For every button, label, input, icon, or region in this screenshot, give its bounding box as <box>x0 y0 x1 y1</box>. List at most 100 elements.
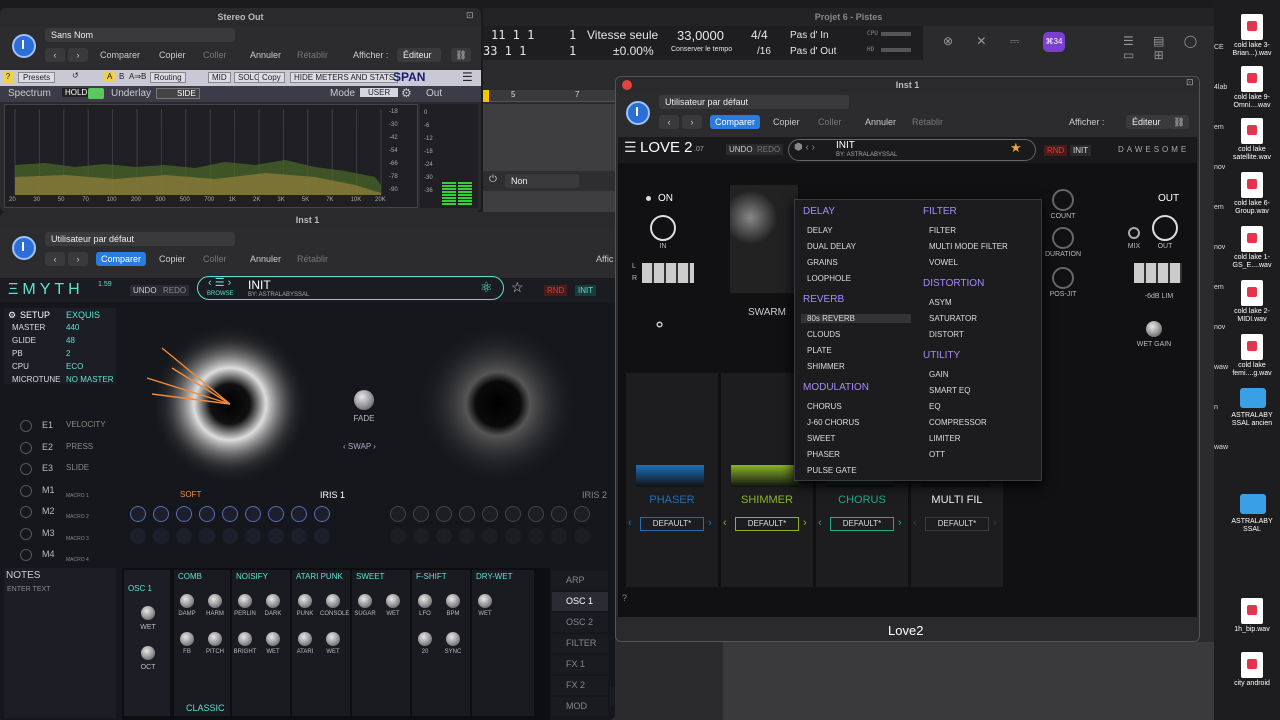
fx-knob[interactable] <box>418 594 432 608</box>
iris2-mod-button[interactable] <box>551 528 567 544</box>
iris1-shape-button[interactable] <box>245 506 261 522</box>
fx-slot-name[interactable]: ATARI PUNK <box>296 572 343 581</box>
iris2-mod-button[interactable] <box>505 528 521 544</box>
menu-item[interactable]: LOOPHOLE <box>807 274 851 283</box>
mod-source-dot-icon[interactable] <box>20 527 32 540</box>
folder-label[interactable]: ASTRALABY SSAL ancien <box>1222 412 1280 428</box>
slot-prev-icon[interactable]: ‹ <box>723 517 727 529</box>
menu-item[interactable]: SMART EQ <box>929 386 971 395</box>
next-preset-button[interactable]: › <box>68 252 88 266</box>
setup-row-value[interactable]: ECO <box>66 362 83 371</box>
view-select[interactable]: Éditeur <box>397 48 441 62</box>
iris2-mod-button[interactable] <box>482 528 498 544</box>
fx-slot-name[interactable]: COMB <box>178 572 202 581</box>
power-button[interactable] <box>12 34 36 58</box>
compare-button[interactable]: Comparer <box>710 115 761 129</box>
copy-button[interactable]: Copier <box>159 252 186 266</box>
window-resize-icon[interactable]: ⊡ <box>1186 77 1194 88</box>
fx-knob[interactable] <box>238 632 252 646</box>
link-icon[interactable]: ⛓ <box>451 48 471 62</box>
iris1-mod-button[interactable] <box>222 528 238 544</box>
iris1-shape-button[interactable] <box>222 506 238 522</box>
view-select[interactable]: Éditeur <box>1126 115 1170 129</box>
osc1-wet-knob[interactable] <box>141 606 155 620</box>
menu-item[interactable]: FILTER <box>929 226 956 235</box>
file-label[interactable]: city android <box>1222 680 1280 688</box>
iris2-mod-button[interactable] <box>574 528 590 544</box>
on-label[interactable]: ON <box>658 193 673 204</box>
mix-knob[interactable] <box>1128 227 1140 239</box>
file-label[interactable]: cold lake 6- Group.wav <box>1222 200 1280 216</box>
setup-row-value[interactable]: 48 <box>66 336 75 345</box>
slot-next-icon[interactable]: › <box>803 517 807 529</box>
slot-prev-icon[interactable]: ‹ <box>628 517 632 529</box>
menu-item[interactable]: DUAL DELAY <box>807 242 856 251</box>
paste-button[interactable]: Coller <box>203 48 227 62</box>
mod-source-dot-icon[interactable] <box>20 420 32 432</box>
menu-item[interactable]: EQ <box>929 402 941 411</box>
swarm-icon[interactable]: ⚬ <box>652 315 667 336</box>
iris1-mod-button[interactable] <box>130 528 146 544</box>
side-menu-item[interactable]: OSC 1 <box>552 592 608 611</box>
menu-item[interactable]: PULSE GATE <box>807 466 857 475</box>
fx-knob[interactable] <box>326 594 340 608</box>
iris1-label[interactable]: IRIS 1 <box>320 490 345 500</box>
favorite-star-icon[interactable]: ☆ <box>511 279 524 296</box>
menu-item[interactable]: SWEET <box>807 434 835 443</box>
help-icon[interactable]: ? <box>622 593 627 603</box>
wet-gain-knob[interactable] <box>1146 321 1162 337</box>
count-badge[interactable]: ⌘34 <box>1043 32 1065 52</box>
menu-icon[interactable]: ☰ <box>624 139 637 156</box>
iris1-shape-button[interactable] <box>153 506 169 522</box>
mod-source-label[interactable]: M1 <box>42 485 55 495</box>
fx-knob[interactable] <box>358 594 372 608</box>
fx-slot-name[interactable]: NOISIFY <box>236 572 268 581</box>
copy-button[interactable]: Copier <box>773 115 800 129</box>
iris2-shape-button[interactable] <box>528 506 544 522</box>
file-icon[interactable] <box>1241 14 1263 40</box>
iris1-mod-button[interactable] <box>153 528 169 544</box>
side-menu-item[interactable]: FX 1 <box>552 655 608 674</box>
fx-knob[interactable] <box>478 594 492 608</box>
menu-item[interactable]: DISTORT <box>929 330 964 339</box>
redo-button[interactable]: REDO <box>754 144 784 155</box>
setup-row-value[interactable]: 440 <box>66 323 79 332</box>
prev-preset-button[interactable]: ‹ <box>659 115 679 129</box>
fx-knob[interactable] <box>298 594 312 608</box>
fx-knob[interactable] <box>326 632 340 646</box>
slot-next-icon[interactable]: › <box>993 517 997 529</box>
file-icon[interactable] <box>1241 226 1263 252</box>
paste-button[interactable]: Coller <box>203 252 227 266</box>
fx-knob[interactable] <box>208 632 222 646</box>
side-menu-item[interactable]: FX 2 <box>552 676 608 695</box>
favorite-star-icon[interactable]: ★ <box>1010 140 1022 156</box>
file-label[interactable]: cold lake 2- MIDI.wav <box>1222 308 1280 324</box>
menu-item[interactable]: PHASER <box>807 450 840 459</box>
iris2-shape-button[interactable] <box>390 506 406 522</box>
file-icon[interactable] <box>1241 172 1263 198</box>
iris1-shape-button[interactable] <box>291 506 307 522</box>
swap-button[interactable]: ‹ SWAP › <box>343 442 376 451</box>
iris2-mod-button[interactable] <box>528 528 544 544</box>
iris2-mod-button[interactable] <box>413 528 429 544</box>
a-button[interactable]: A <box>104 72 116 81</box>
iris2-label[interactable]: IRIS 2 <box>582 490 607 500</box>
menu-item[interactable]: VOWEL <box>929 258 958 267</box>
preset-browser[interactable] <box>788 139 1036 161</box>
next-preset-button[interactable]: › <box>68 48 88 62</box>
slot-prev-icon[interactable]: ‹ <box>913 517 917 529</box>
file-icon[interactable] <box>1241 280 1263 306</box>
duration-knob[interactable] <box>1052 227 1074 249</box>
fx-knob[interactable] <box>180 632 194 646</box>
help-button[interactable]: ? <box>3 72 13 84</box>
power-button[interactable] <box>626 101 650 125</box>
menu-icon[interactable]: ☰ <box>462 70 473 84</box>
window-resize-icon[interactable]: ⊡ <box>466 10 474 21</box>
fx-knob[interactable] <box>238 594 252 608</box>
soft-label[interactable]: SOFT <box>180 490 201 499</box>
side-button[interactable]: SIDE <box>156 88 200 99</box>
mid-button[interactable]: MID <box>208 72 231 83</box>
slot-preset-select[interactable]: DEFAULT* <box>830 517 894 531</box>
paste-button[interactable]: Coller <box>818 115 842 129</box>
iris2-shape-button[interactable] <box>551 506 567 522</box>
